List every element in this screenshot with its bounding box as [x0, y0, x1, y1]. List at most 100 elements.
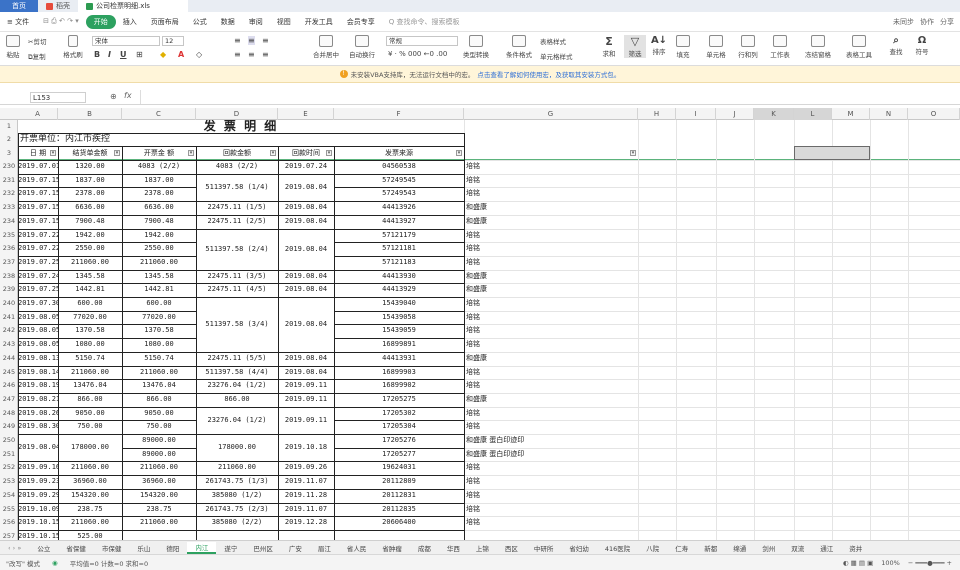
cell-a[interactable]: 2019.08.05 [18, 338, 58, 352]
row-header[interactable]: 255 [0, 503, 18, 517]
cell-g[interactable]: 培铭 [466, 516, 638, 530]
cell-b[interactable]: 525.00 [58, 530, 122, 540]
cell-b[interactable]: 1080.00 [58, 338, 122, 352]
cell-a[interactable]: 2019.10.09 [18, 503, 58, 517]
menu-insert[interactable]: 插入 [116, 17, 144, 27]
column-header-n[interactable]: N [870, 108, 908, 120]
cell-a[interactable]: 2019.07.01 [18, 160, 58, 174]
cell-f[interactable]: 44413927 [334, 215, 464, 229]
cell-c[interactable]: 600.00 [122, 297, 196, 311]
cell-g[interactable]: 培铭 [466, 187, 638, 201]
column-header-k[interactable]: K [754, 108, 794, 120]
cell-g[interactable]: 培铭 [466, 461, 638, 475]
column-header-i[interactable]: I [676, 108, 716, 120]
cell-g[interactable] [466, 530, 638, 540]
tab-document[interactable]: 公司检票明细.xls [78, 0, 188, 12]
sheet-tab[interactable]: 市保健 [94, 543, 130, 553]
name-box[interactable]: L153 [30, 92, 86, 103]
cell-f[interactable]: 19624031 [334, 461, 464, 475]
font-color-icon[interactable]: A [178, 50, 184, 59]
cell-f[interactable]: 16899903 [334, 366, 464, 380]
cell-c[interactable]: 89000.00 [122, 434, 196, 448]
row-header[interactable]: 233 [0, 201, 18, 215]
cell-c[interactable]: 9050.00 [122, 407, 196, 421]
column-header-a[interactable]: A [18, 108, 58, 120]
cell-g[interactable]: 和盛康 [466, 270, 638, 284]
cell-g[interactable]: 和盛康 蛋白印迹印 [466, 434, 638, 448]
cell-f[interactable]: 57121183 [334, 256, 464, 270]
cell-g[interactable]: 培铭 [466, 297, 638, 311]
column-header-m[interactable]: M [832, 108, 870, 120]
menu-member[interactable]: 会员专享 [340, 17, 382, 27]
align-left-icon[interactable]: ≡ [234, 50, 241, 59]
cell-g[interactable]: 培铭 [466, 256, 638, 270]
cell-g[interactable]: 和盛康 [466, 215, 638, 229]
cell-g[interactable]: 培铭 [466, 311, 638, 325]
cell-c[interactable]: 211060.00 [122, 366, 196, 380]
row-header[interactable]: 234 [0, 215, 18, 229]
filter-dropdown-icon[interactable]: ▾ [456, 150, 462, 156]
cell-f[interactable]: 16899891 [334, 338, 464, 352]
cell-d[interactable]: 866.00 [196, 393, 278, 407]
sheet-tab[interactable]: 省肿瘤 [374, 543, 410, 553]
cell-c[interactable]: 1345.58 [122, 270, 196, 284]
cell-f[interactable]: 17205304 [334, 420, 464, 434]
cell-f[interactable]: 17205276 [334, 434, 464, 448]
cell-b[interactable]: 1320.00 [58, 160, 122, 174]
sheet-tab[interactable]: 仁寿 [667, 543, 696, 553]
cell-a[interactable]: 2019.08.26 [18, 407, 58, 421]
cell-b[interactable]: 600.00 [58, 297, 122, 311]
cell-e[interactable]: 2019.11.07 [278, 475, 334, 489]
cell-d[interactable]: 211060.00 [196, 461, 278, 475]
cell-a[interactable]: 2019.07.15 [18, 215, 58, 229]
cell-d[interactable]: 261743.75 (1/3) [196, 475, 278, 489]
sheet-tab[interactable]: 内江 [187, 541, 217, 554]
view-mode-icons[interactable]: ◐ ▦ ▤ ▣ [843, 559, 873, 567]
menu-file[interactable]: ≡ 文件 [0, 17, 36, 27]
cell-b[interactable]: 211060.00 [58, 366, 122, 380]
cell-a[interactable]: 2019.08.13 [18, 352, 58, 366]
filter-dropdown-icon[interactable]: ▾ [50, 150, 56, 156]
table-style-button[interactable]: 表格样式 [540, 36, 580, 46]
cell-g[interactable]: 和盛康 [466, 393, 638, 407]
cell-g[interactable]: 培铭 [466, 338, 638, 352]
cell-b[interactable]: 13476.04 [58, 379, 122, 393]
cell-c[interactable]: 36960.00 [122, 475, 196, 489]
align-center-icon[interactable]: ≡ [248, 50, 255, 59]
cell-f[interactable]: 20112809 [334, 475, 464, 489]
filter-dropdown-icon[interactable]: ▾ [114, 150, 120, 156]
cell-f[interactable]: 15439058 [334, 311, 464, 325]
cell-a[interactable]: 2019.08.21 [18, 393, 58, 407]
cell-g[interactable]: 和盛康 [466, 201, 638, 215]
row-header[interactable]: 247 [0, 393, 18, 407]
cell-f[interactable]: 15439040 [334, 297, 464, 311]
row-header[interactable]: 244 [0, 352, 18, 366]
merged-cell-d[interactable]: 23276.04 (1/2) [196, 406, 278, 434]
align-right-icon[interactable]: ≡ [262, 50, 269, 59]
sheet-tab[interactable]: 上锦 [468, 543, 497, 553]
cell-a[interactable]: 2019.08.14 [18, 366, 58, 380]
worksheet-button[interactable]: 工作表 [766, 35, 794, 59]
cell-b[interactable]: 1442.81 [58, 283, 122, 297]
menu-home[interactable]: 开始 [85, 14, 116, 29]
cell-b[interactable]: 211060.00 [58, 256, 122, 270]
cell-c[interactable]: 750.00 [122, 420, 196, 434]
cell-f[interactable]: 57121181 [334, 242, 464, 256]
cell-c[interactable]: 89000.00 [122, 448, 196, 462]
align-bottom-icon[interactable]: ≡ [262, 36, 269, 45]
cell-g[interactable]: 培铭 [466, 489, 638, 503]
cell-d[interactable] [196, 530, 278, 540]
number-format-icons[interactable]: ¥ · % 000 ←0 .00 [388, 50, 447, 58]
cell-d[interactable]: 511397.58 (4/4) [196, 366, 278, 380]
menu-page-layout[interactable]: 页面布局 [144, 17, 186, 27]
cell-e[interactable]: 2019.11.07 [278, 503, 334, 517]
sheet-tab[interactable]: 华西 [439, 543, 468, 553]
cell-f[interactable]: 20112835 [334, 503, 464, 517]
filter-button[interactable]: ▽ 筛选 [624, 35, 646, 58]
cell-g[interactable]: 培铭 [466, 407, 638, 421]
merged-cell-d[interactable]: 511397.58 (1/4) [196, 173, 278, 202]
merged-cell-a[interactable]: 2019.08.04 [18, 434, 58, 462]
cell-a[interactable]: 2019.08.19 [18, 379, 58, 393]
cell-c[interactable]: 211060.00 [122, 516, 196, 530]
table-tools-button[interactable]: 表格工具 [842, 35, 876, 59]
